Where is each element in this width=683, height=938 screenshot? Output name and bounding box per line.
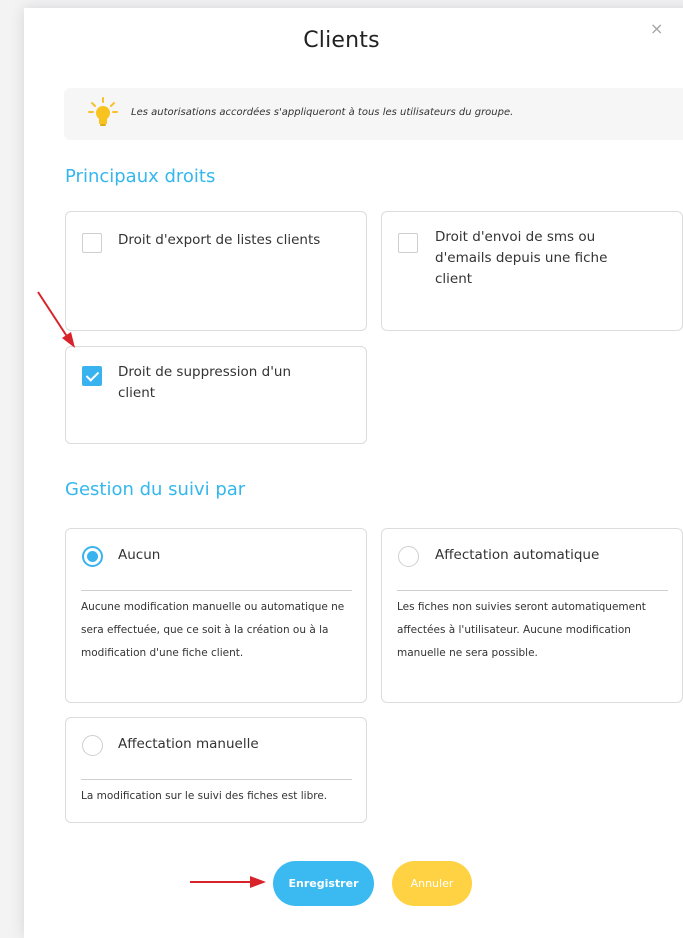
- arrow-to-delete-checkbox-icon: [37, 291, 75, 348]
- arrow-to-save-button-icon: [190, 876, 266, 888]
- annotation-arrows: [37, 291, 266, 888]
